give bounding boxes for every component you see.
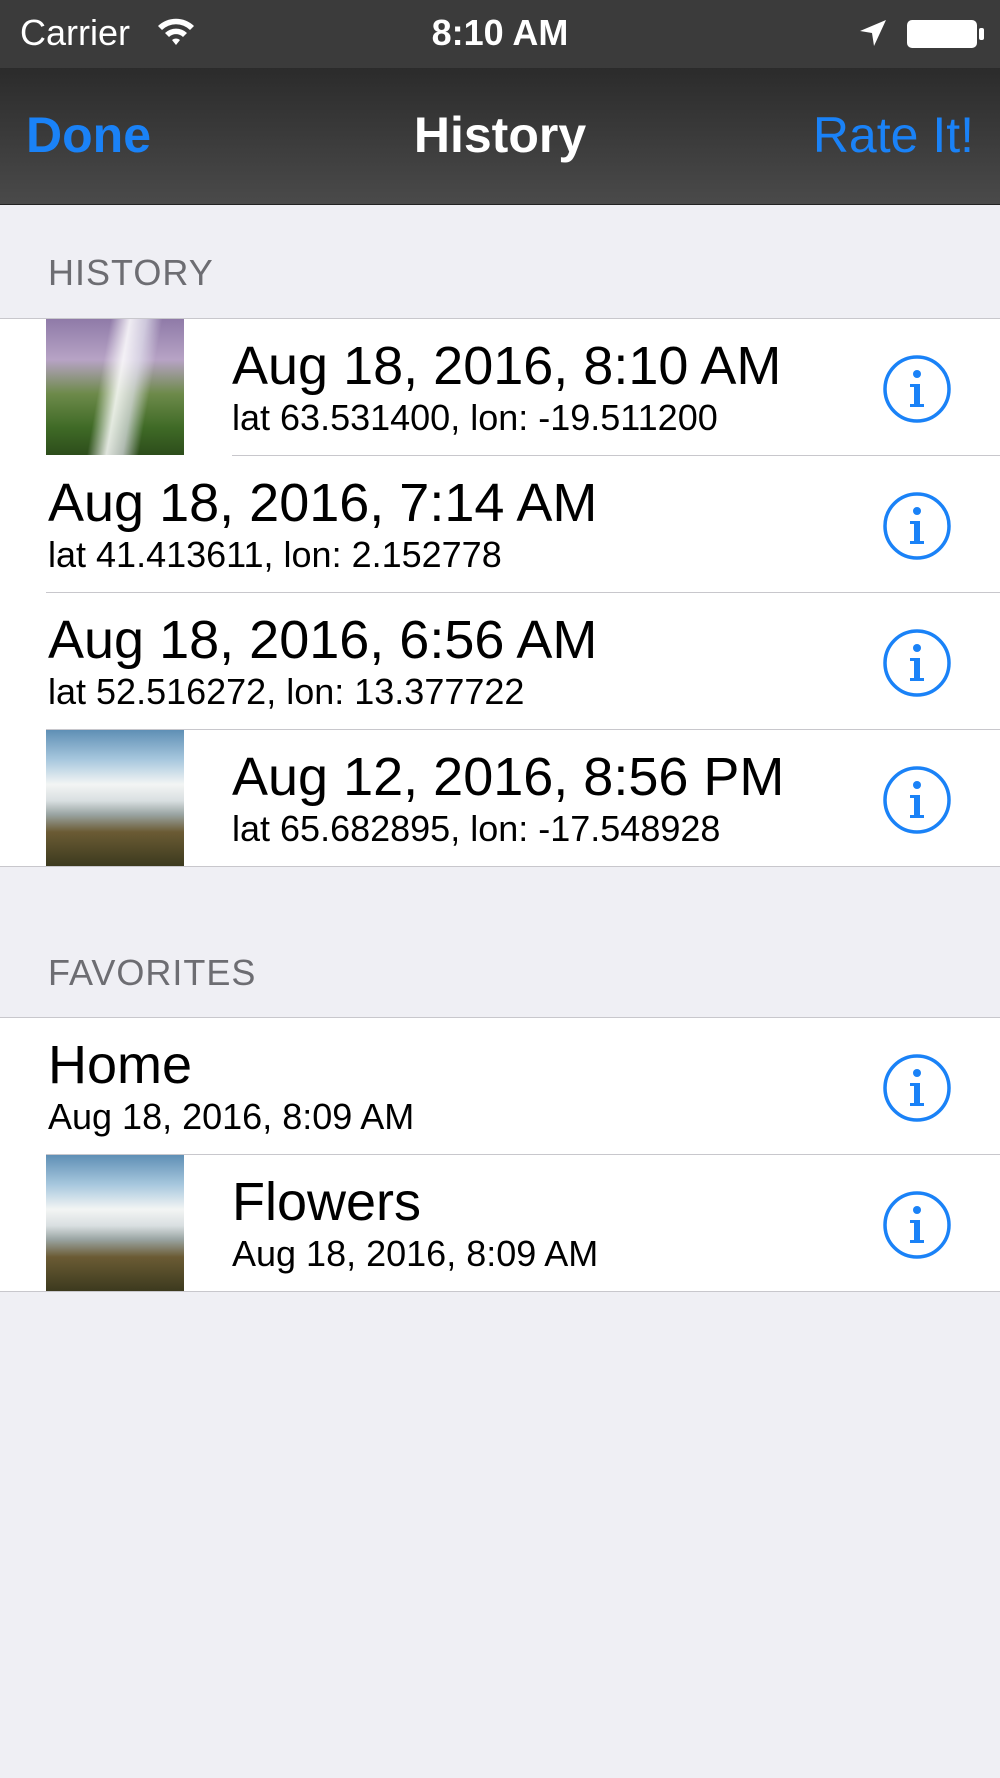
- favorite-name: Home: [48, 1035, 193, 1095]
- info-icon[interactable]: [882, 354, 952, 424]
- row-text: Aug 18, 2016, 8:10 AM lat 63.531400, lon…: [232, 335, 781, 439]
- rate-it-button[interactable]: Rate It!: [813, 106, 974, 164]
- history-row[interactable]: Aug 12, 2016, 8:56 PM lat 65.682895, lon…: [0, 730, 1000, 866]
- row-date: Aug 18, 2016, 8:10 AM: [232, 336, 782, 396]
- navigation-bar: Done History Rate It!: [0, 68, 1000, 205]
- row-text: Flowers Aug 18, 2016, 8:09 AM: [232, 1171, 598, 1275]
- favorite-row[interactable]: Flowers Aug 18, 2016, 8:09 AM: [0, 1155, 1000, 1291]
- favorites-section-header: FAVORITES: [48, 952, 257, 993]
- waterfall-thumbnail: [46, 1155, 184, 1291]
- info-icon[interactable]: [882, 491, 952, 561]
- row-date: Aug 12, 2016, 8:56 PM: [232, 747, 785, 807]
- row-text: Aug 12, 2016, 8:56 PM lat 65.682895, lon…: [232, 746, 784, 850]
- row-date: Aug 18, 2016, 6:56 AM: [48, 610, 598, 670]
- history-section-header: HISTORY: [48, 252, 214, 293]
- row-text: Aug 18, 2016, 6:56 AM lat 52.516272, lon…: [48, 609, 597, 713]
- row-coordinates: lat 65.682895, lon: -17.548928: [232, 808, 721, 849]
- history-row[interactable]: Aug 18, 2016, 6:56 AM lat 52.516272, lon…: [0, 593, 1000, 730]
- status-time: 8:10 AM: [431, 12, 569, 53]
- info-icon[interactable]: [882, 628, 952, 698]
- status-bar: Carrier 8:10 AM: [0, 0, 1000, 68]
- favorite-name: Flowers: [232, 1172, 422, 1232]
- waterfall-thumbnail: [46, 319, 184, 455]
- history-row[interactable]: Aug 18, 2016, 8:10 AM lat 63.531400, lon…: [0, 319, 1000, 456]
- battery-icon: [907, 20, 984, 48]
- row-coordinates: lat 63.531400, lon: -19.511200: [232, 397, 718, 438]
- favorite-row[interactable]: Home Aug 18, 2016, 8:09 AM: [0, 1018, 1000, 1155]
- info-icon[interactable]: [882, 1190, 952, 1260]
- favorites-list: Home Aug 18, 2016, 8:09 AM Flowers Aug 1…: [0, 1017, 1000, 1292]
- info-icon[interactable]: [882, 1053, 952, 1123]
- location-arrow-icon: [860, 20, 886, 46]
- row-text: Aug 18, 2016, 7:14 AM lat 41.413611, lon…: [48, 472, 597, 576]
- row-date: Aug 18, 2016, 7:14 AM: [48, 473, 598, 533]
- favorite-date: Aug 18, 2016, 8:09 AM: [232, 1233, 599, 1274]
- row-coordinates: lat 41.413611, lon: 2.152778: [48, 534, 502, 575]
- row-text: Home Aug 18, 2016, 8:09 AM: [48, 1034, 414, 1138]
- history-list: Aug 18, 2016, 8:10 AM lat 63.531400, lon…: [0, 318, 1000, 867]
- favorite-date: Aug 18, 2016, 8:09 AM: [48, 1096, 415, 1137]
- info-icon[interactable]: [882, 765, 952, 835]
- history-row[interactable]: Aug 18, 2016, 7:14 AM lat 41.413611, lon…: [0, 456, 1000, 593]
- waterfall-thumbnail: [46, 730, 184, 866]
- row-coordinates: lat 52.516272, lon: 13.377722: [48, 671, 525, 712]
